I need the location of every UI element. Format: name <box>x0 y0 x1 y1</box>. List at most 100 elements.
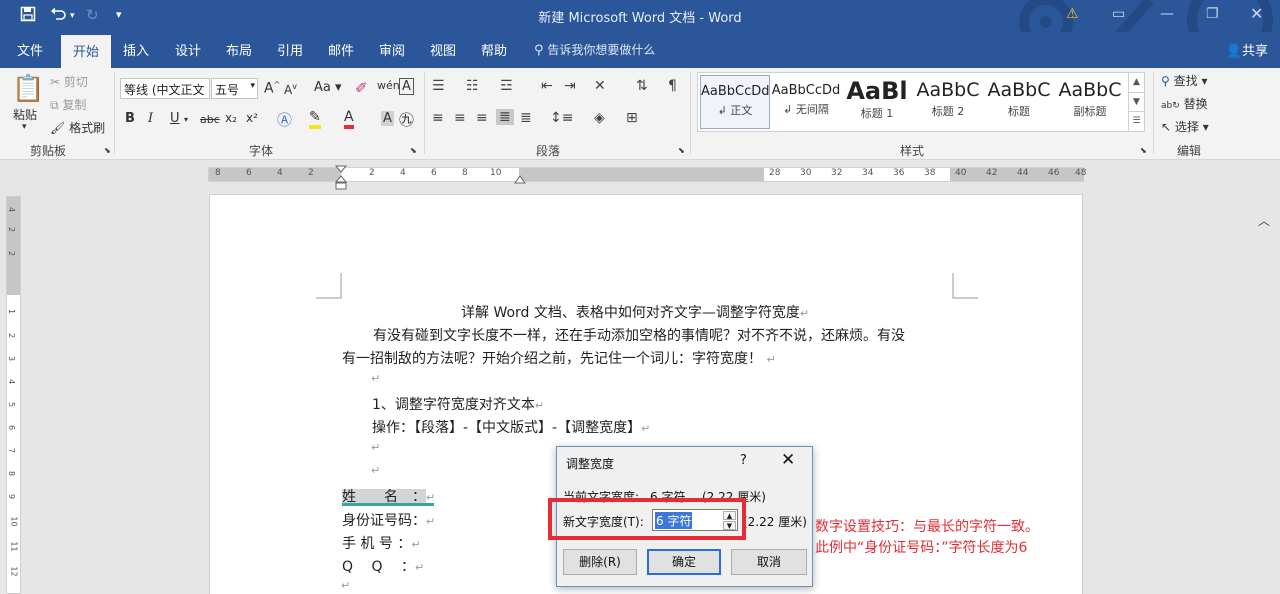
style-title[interactable]: AaBbC 标题 <box>984 75 1054 129</box>
clipboard-launcher-icon[interactable]: ⬊ <box>104 146 111 155</box>
field-qq-line[interactable]: Q Q ：↵ <box>342 556 424 576</box>
close-icon[interactable]: ✕ <box>1250 4 1263 23</box>
show-marks-icon[interactable]: ¶ <box>668 78 677 94</box>
paste-dropdown-icon[interactable]: ▾ <box>22 122 27 132</box>
collapse-ribbon-icon[interactable]: ︿ <box>1258 212 1270 229</box>
ribbon-display-icon[interactable]: ▭ <box>1112 6 1125 22</box>
tell-me-search[interactable]: ⚲ 告诉我你想要做什么 <box>534 41 655 58</box>
font-name-combo[interactable]: 等线 (中文正文 <box>120 78 210 99</box>
doc-operation-line[interactable]: 操作：【段落】-【中文版式】-【调整宽度】↵ <box>372 417 650 437</box>
underline-button[interactable]: U <box>170 111 180 126</box>
tab-home[interactable]: 开始 <box>61 35 112 68</box>
paste-button[interactable]: 粘贴 <box>13 106 37 123</box>
style-heading-2[interactable]: AaBbC 标题 2 <box>913 75 983 129</box>
align-center-icon[interactable]: ≡ <box>454 110 466 126</box>
style-heading-1[interactable]: AaBl 标题 1 <box>842 75 912 129</box>
tab-design[interactable]: 设计 <box>175 40 201 59</box>
style-subtitle[interactable]: AaBbC 副标题 <box>1055 75 1125 129</box>
doc-paragraph-line[interactable]: 有一招制敌的方法呢？开始介绍之前，先记住一个词儿：字符宽度！ ↵ <box>342 348 776 368</box>
paste-icon[interactable]: 📋 <box>12 74 44 104</box>
doc-title[interactable]: 详解 Word 文档、表格中如何对齐文字—调整字符宽度↵ <box>461 302 809 322</box>
group-separator <box>424 72 425 154</box>
enclose-char-icon[interactable]: ㊈ <box>399 109 414 130</box>
tab-layout[interactable]: 布局 <box>226 40 252 59</box>
shading-icon[interactable]: ◈ <box>594 110 605 126</box>
tab-insert[interactable]: 插入 <box>123 40 149 59</box>
paragraph-mark: ↵ <box>341 579 351 592</box>
paragraph-launcher-icon[interactable]: ⬊ <box>678 146 685 155</box>
close-icon[interactable]: ✕ <box>781 450 795 470</box>
tab-mailings[interactable]: 邮件 <box>328 40 354 59</box>
chinese-layout-icon[interactable]: ✕ <box>594 78 606 94</box>
field-id-line[interactable]: 身份证号码：↵ <box>342 510 435 530</box>
multilevel-list-icon[interactable]: ☲ <box>500 78 513 94</box>
bullets-icon[interactable]: ☰ <box>432 78 445 94</box>
vertical-ruler[interactable]: 4 2 2 1 2 3 4 5 6 7 8 9 10 11 12 <box>6 196 21 594</box>
annotation-line-2: 此例中“身份证号码：”字符长度为6 <box>815 540 1028 556</box>
tab-help[interactable]: 帮助 <box>481 40 507 59</box>
char-border-icon[interactable]: A <box>399 78 414 95</box>
sort-icon[interactable]: ⇅ <box>636 78 648 94</box>
chevron-down-icon: ▾ <box>250 81 255 91</box>
doc-paragraph-line[interactable]: 有没有碰到文字长度不一样，还在手动添加空格的事情呢？对不齐不说，还麻烦。有没 <box>373 325 905 345</box>
tab-view[interactable]: 视图 <box>430 40 456 59</box>
bold-button[interactable]: B <box>125 111 135 126</box>
grow-font-icon[interactable]: A^ <box>264 80 280 97</box>
highlight-icon[interactable]: ✎ <box>309 109 321 129</box>
copy-button[interactable]: ⧉ 复制 <box>50 96 86 113</box>
replace-button[interactable]: ab↻ 替换 <box>1161 95 1208 112</box>
select-button[interactable]: ↖ 选择 ▾ <box>1161 118 1209 135</box>
chevron-up-icon[interactable]: ▲ <box>1129 73 1144 92</box>
align-left-icon[interactable]: ≡ <box>432 110 444 126</box>
search-icon: ⚲ <box>1161 74 1170 88</box>
shrink-font-icon[interactable]: Av <box>284 82 297 97</box>
styles-scroll[interactable]: ▲ ▼ ☰ <box>1128 73 1144 131</box>
strikethrough-button[interactable]: abc <box>200 113 220 126</box>
help-button[interactable]: ? <box>740 453 747 468</box>
warning-icon[interactable]: ⚠ <box>1066 6 1079 22</box>
line-spacing-icon[interactable]: ↕≡ <box>550 110 573 126</box>
tab-references[interactable]: 引用 <box>277 40 303 59</box>
right-indent-marker-icon[interactable] <box>514 173 526 185</box>
style-normal[interactable]: AaBbCcDd ↲ 正文 <box>700 75 770 129</box>
horizontal-ruler[interactable]: 8 6 4 2 2 4 6 8 10 28 30 32 34 36 38 40 … <box>208 165 1086 190</box>
text-effects-icon[interactable]: Ⓐ <box>277 109 292 130</box>
minimize-icon[interactable]: — <box>1160 6 1174 22</box>
find-button[interactable]: ⚲ 查找 ▾ <box>1161 72 1207 89</box>
align-right-icon[interactable]: ≡ <box>476 110 488 126</box>
subscript-button[interactable]: x₂ <box>225 111 237 125</box>
char-shading-icon[interactable]: A <box>381 111 394 126</box>
change-case-button[interactable]: Aa ▾ <box>314 80 342 95</box>
highlight-box <box>548 498 746 540</box>
chevron-down-icon[interactable]: ▼ <box>1129 92 1144 111</box>
font-size-combo[interactable]: 五号 ▾ <box>211 78 258 99</box>
distributed-icon[interactable]: ≣ <box>520 110 532 126</box>
phonetic-guide-icon[interactable]: wén <box>377 79 400 92</box>
cancel-button[interactable]: 取消 <box>731 549 807 575</box>
styles-launcher-icon[interactable]: ⬊ <box>1140 146 1147 155</box>
font-launcher-icon[interactable]: ⬊ <box>410 146 417 155</box>
doc-heading[interactable]: 1、调整字符宽度对齐文本↵ <box>372 394 544 414</box>
cut-button[interactable]: ✂ 剪切 <box>50 73 88 90</box>
ok-button[interactable]: 确定 <box>647 549 721 575</box>
tab-file[interactable]: 文件 <box>17 40 43 59</box>
restore-icon[interactable]: ❐ <box>1206 6 1219 22</box>
superscript-button[interactable]: x² <box>246 111 258 125</box>
justify-icon[interactable]: ≣ <box>496 109 514 125</box>
field-phone-line[interactable]: 手 机 号 ：↵ <box>342 533 421 553</box>
italic-button[interactable]: I <box>148 111 153 126</box>
share-button[interactable]: 👤共享 <box>1226 40 1268 59</box>
indent-marker-icon[interactable] <box>335 165 347 197</box>
decrease-indent-icon[interactable]: ⇤ <box>541 78 553 94</box>
style-no-spacing[interactable]: AaBbCcDd ↲ 无间隔 <box>771 75 841 129</box>
underline-dropdown-icon[interactable]: ▾ <box>184 115 188 124</box>
numbering-icon[interactable]: ☷ <box>466 78 479 94</box>
more-styles-icon[interactable]: ☰ <box>1129 111 1144 130</box>
increase-indent-icon[interactable]: ⇥ <box>564 78 576 94</box>
format-painter-button[interactable]: 🖌 格式刷 <box>50 119 105 136</box>
font-color-icon[interactable]: A <box>344 109 354 129</box>
tab-review[interactable]: 审阅 <box>379 40 405 59</box>
borders-icon[interactable]: ⊞ <box>626 110 638 126</box>
delete-button[interactable]: 删除(R) <box>563 549 637 575</box>
clear-format-icon[interactable]: ✐ <box>355 79 368 97</box>
